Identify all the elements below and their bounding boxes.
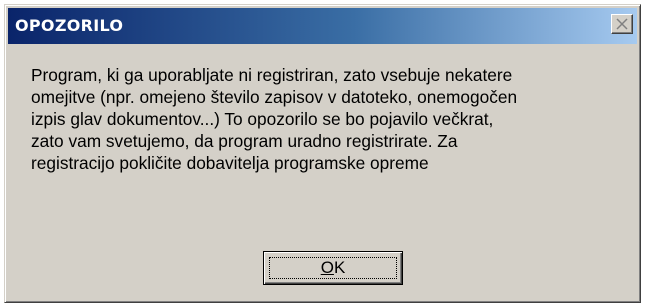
ok-mnemonic: O <box>320 258 334 277</box>
close-button[interactable] <box>611 14 633 34</box>
title-bar[interactable]: OPOZORILO <box>8 8 637 44</box>
dialog-message: Program, ki ga uporabljate ni registrira… <box>31 65 518 173</box>
ok-label-rest: K <box>333 258 346 277</box>
warning-dialog: OPOZORILO Program, ki ga uporabljate ni … <box>4 4 641 303</box>
ok-button[interactable]: OK <box>263 251 403 285</box>
dialog-title: OPOZORILO <box>15 16 124 35</box>
close-icon <box>616 18 628 30</box>
ok-button-label: OK <box>264 258 402 278</box>
